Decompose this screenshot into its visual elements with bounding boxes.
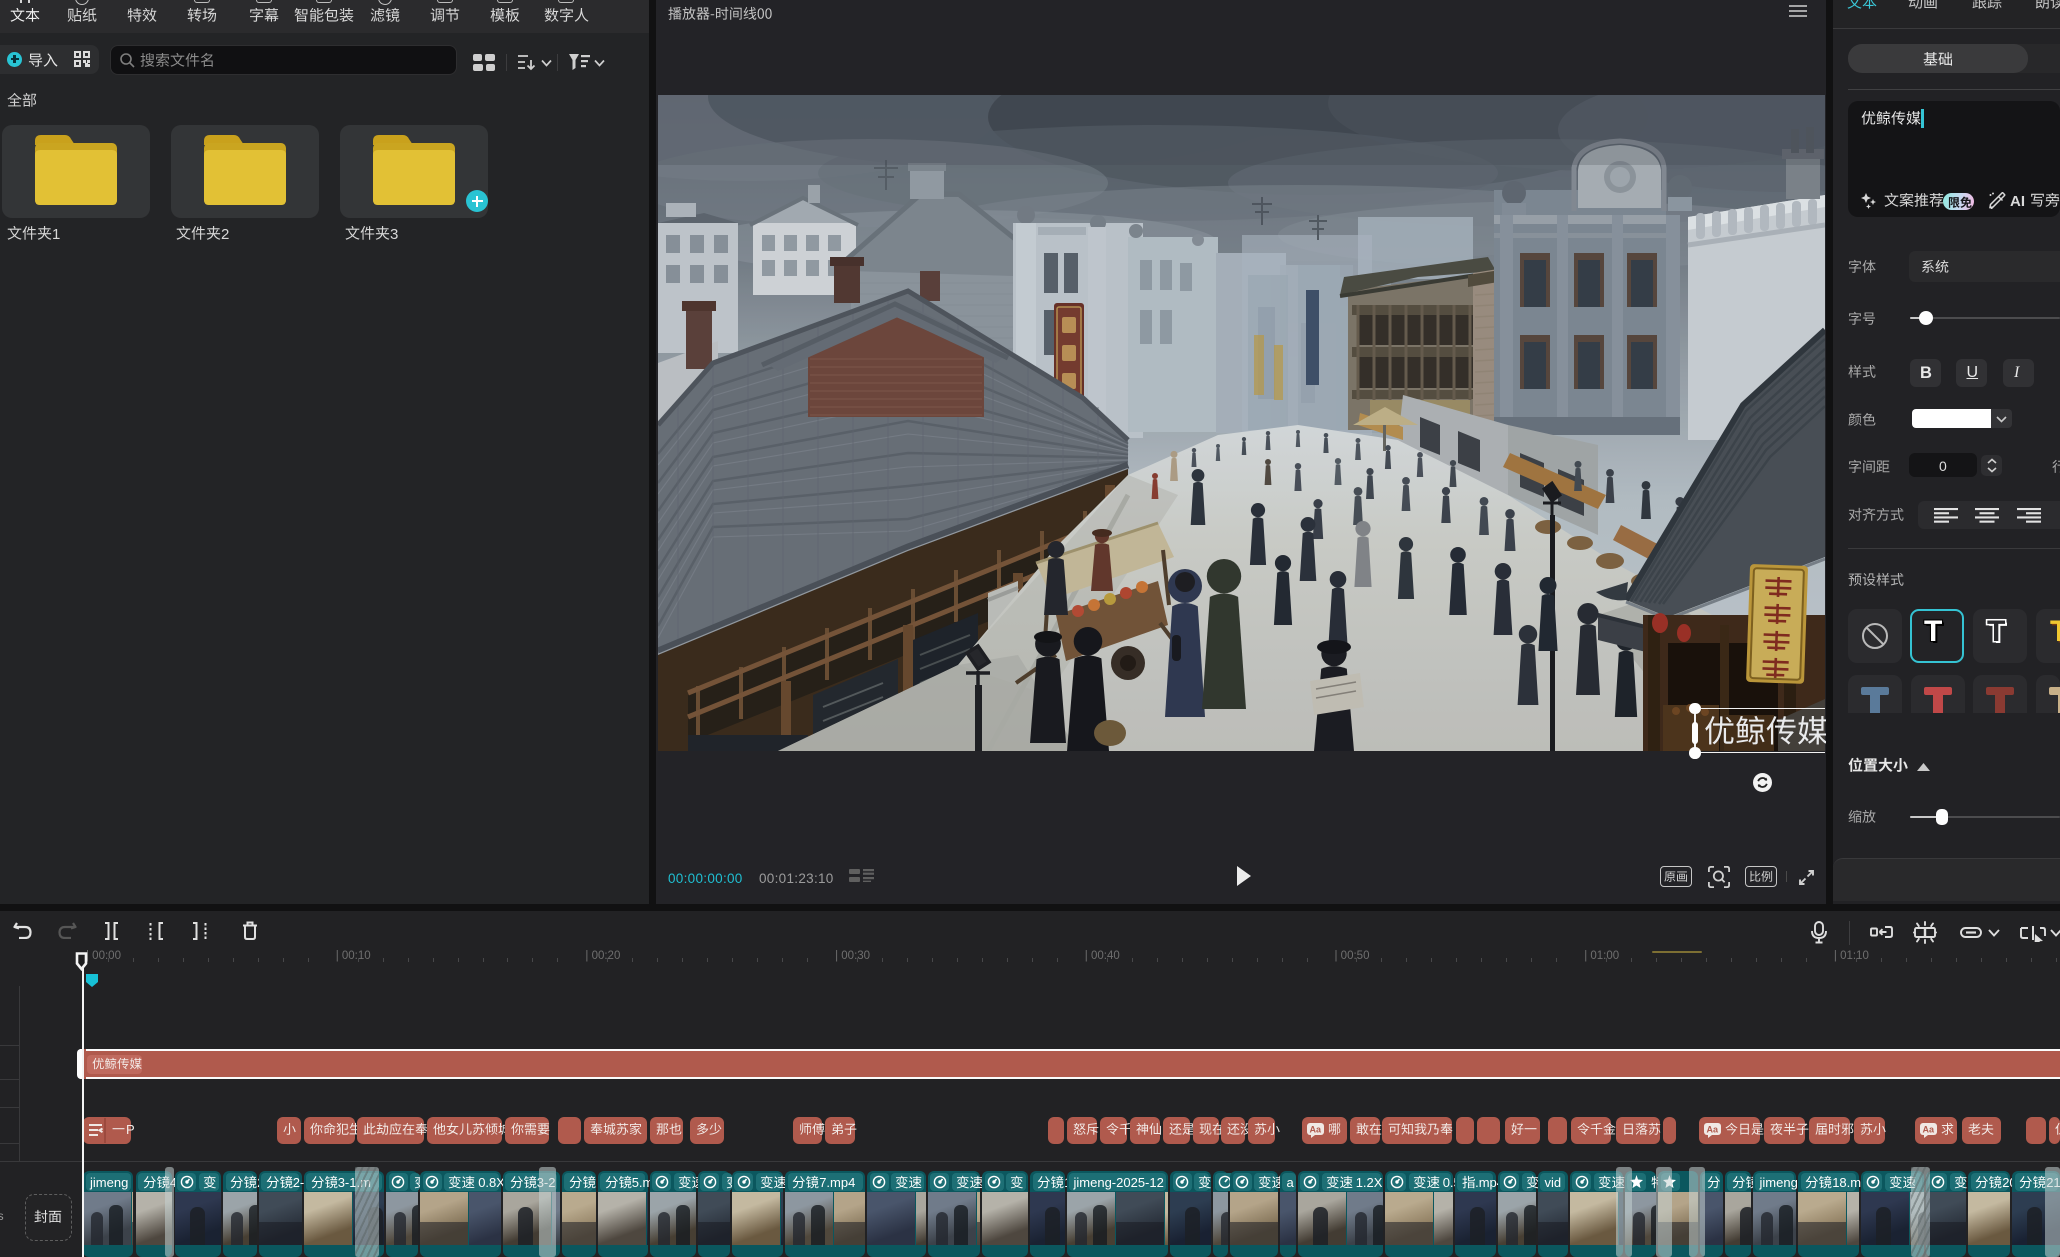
svg-text:Aa: Aa [1707, 1125, 1719, 1135]
svg-text:Aa: Aa [1310, 1125, 1322, 1135]
svg-text:Aa: Aa [1923, 1125, 1935, 1135]
